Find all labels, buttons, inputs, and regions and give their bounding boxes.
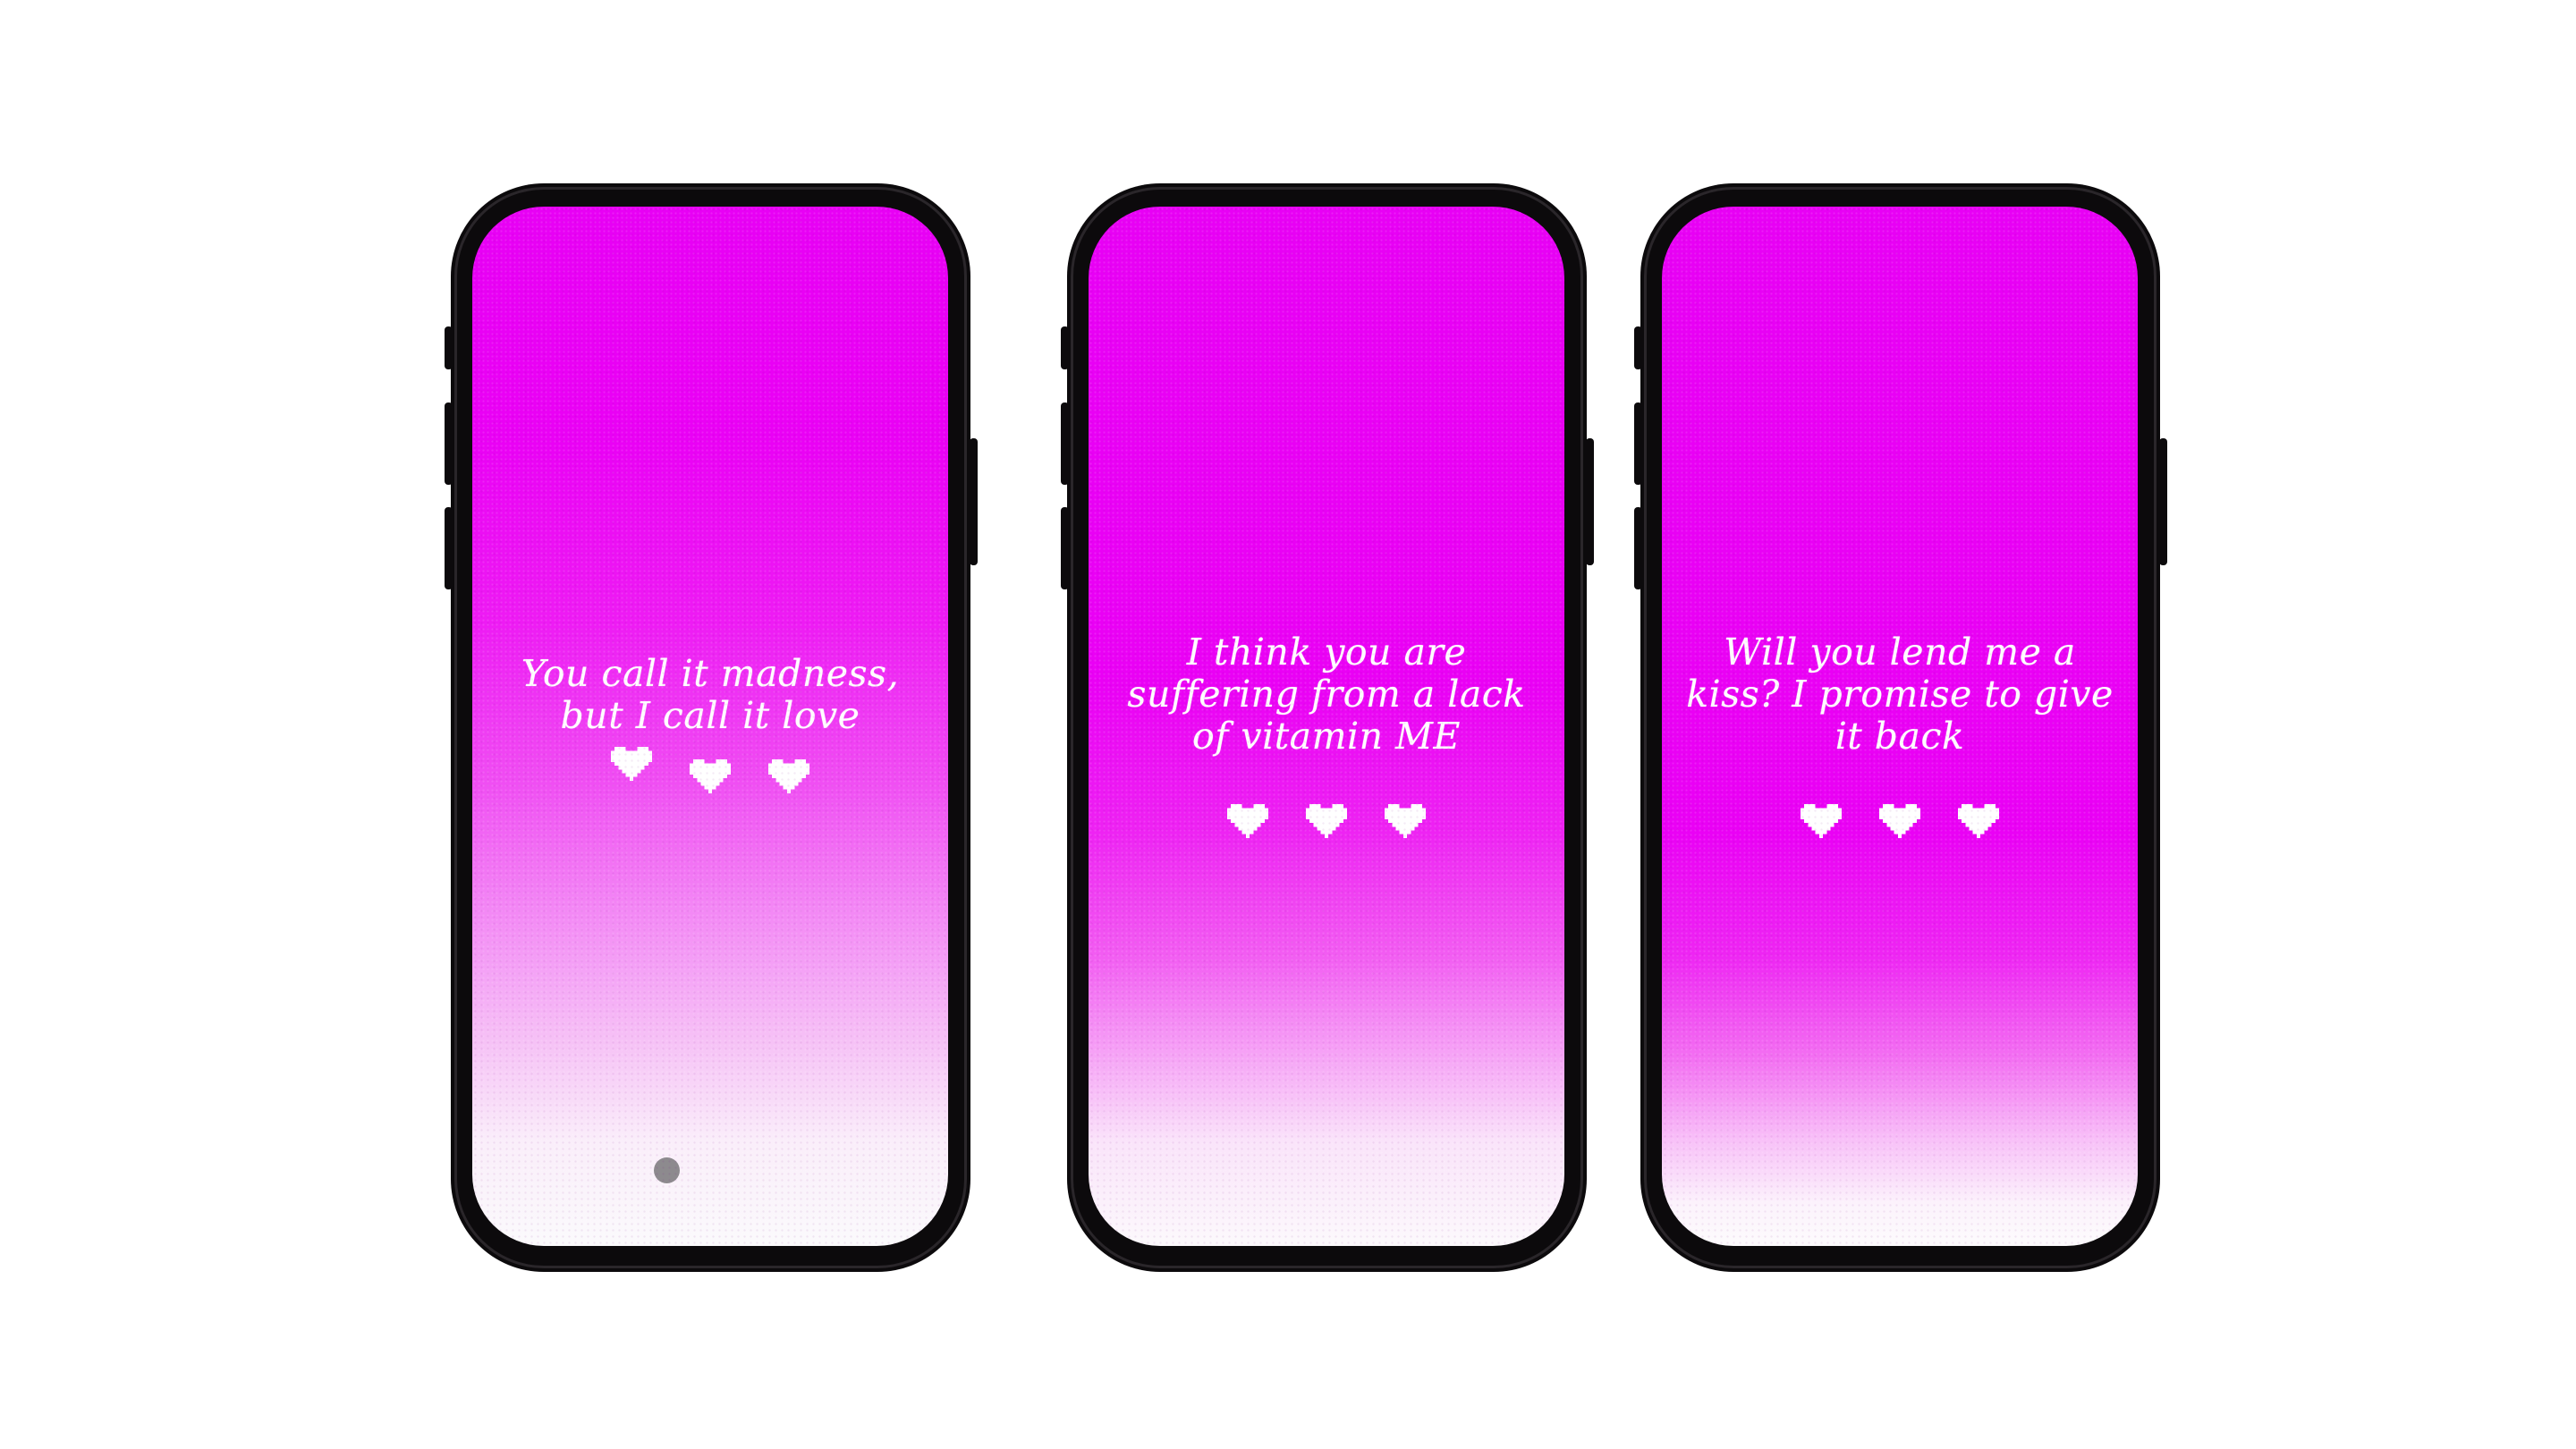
home-indicator[interactable] — [654, 1157, 680, 1183]
power-button — [1586, 438, 1594, 565]
heart-icon[interactable] — [768, 758, 809, 794]
heart-icon[interactable] — [1879, 803, 1920, 839]
hearts-row — [472, 747, 948, 794]
hearts-row — [1089, 803, 1564, 839]
phone-mockup-1: You call it madness, but I call it love — [445, 183, 978, 1272]
volume-down-button — [445, 507, 453, 589]
volume-down-button — [1061, 507, 1069, 589]
volume-up-button — [1061, 402, 1069, 485]
phone-screen-3: Will you lend me a kiss? I promise to gi… — [1662, 207, 2138, 1246]
heart-icon[interactable] — [1385, 803, 1426, 839]
volume-up-button — [445, 402, 453, 485]
volume-up-button — [1634, 402, 1642, 485]
quote-text: I think you are suffering from a lack of… — [1127, 631, 1526, 758]
silent-switch — [1061, 326, 1069, 369]
power-button — [2159, 438, 2167, 565]
power-button — [970, 438, 978, 565]
phone-screen-2: I think you are suffering from a lack of… — [1089, 207, 1564, 1246]
heart-icon[interactable] — [1958, 803, 1999, 839]
heart-icon[interactable] — [1306, 803, 1347, 839]
heart-icon[interactable] — [1801, 803, 1842, 839]
phone-mockup-3: Will you lend me a kiss? I promise to gi… — [1634, 183, 2167, 1272]
heart-icon[interactable] — [1227, 803, 1268, 839]
quote-text: You call it madness, but I call it love — [521, 652, 900, 737]
quote-text: Will you lend me a kiss? I promise to gi… — [1686, 631, 2114, 758]
hearts-row — [1662, 803, 2138, 839]
heart-icon[interactable] — [611, 746, 652, 782]
heart-icon[interactable] — [690, 758, 731, 794]
volume-down-button — [1634, 507, 1642, 589]
phone-screen-1: You call it madness, but I call it love — [472, 207, 948, 1246]
phone-mockup-2: I think you are suffering from a lack of… — [1061, 183, 1594, 1272]
silent-switch — [1634, 326, 1642, 369]
silent-switch — [445, 326, 453, 369]
